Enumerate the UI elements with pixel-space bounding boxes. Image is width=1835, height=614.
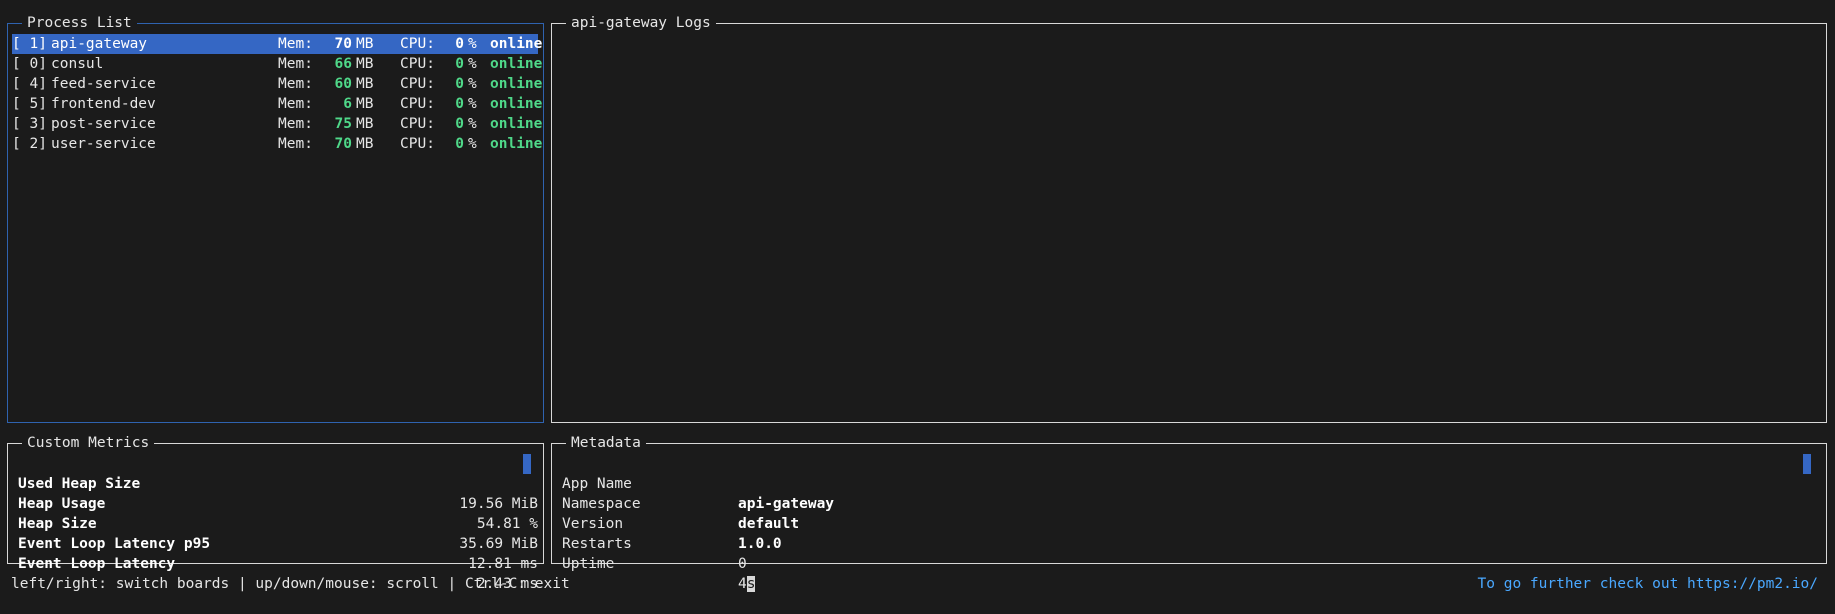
cpu-value: 0	[455, 96, 464, 112]
metric-row: Heap Size 35.69 MiB	[18, 494, 538, 552]
metric-row: Heap Usage 54.81 %	[18, 474, 538, 532]
cpu-unit: %	[468, 56, 477, 72]
custom-metrics-panel[interactable]: Custom Metrics Used Heap Size 19.56 MiB …	[7, 434, 544, 592]
mem-value: 6	[343, 96, 352, 112]
mem-unit: MB	[356, 56, 374, 72]
metric-row: Event Loop Latency p95 12.81 ms	[18, 514, 538, 572]
mem-label: Mem:	[278, 136, 313, 152]
cpu-value: 0	[455, 116, 464, 132]
status-online: online	[490, 76, 543, 92]
mem-label: Mem:	[278, 36, 313, 52]
cpu-label: CPU:	[400, 56, 435, 72]
mem-label: Mem:	[278, 116, 313, 132]
metadata-value: 0	[738, 556, 747, 572]
process-row[interactable]: [ 4] feed-service Mem: 60 MB CPU: 0 % on…	[12, 74, 542, 94]
metric-row: Event Loop Latency 2.43 ms	[18, 534, 538, 592]
cpu-label: CPU:	[400, 76, 435, 92]
custom-metrics-title: Custom Metrics	[22, 434, 155, 452]
process-row[interactable]: [ 0] consul Mem: 66 MB CPU: 0 % online	[12, 54, 542, 74]
process-name: consul	[51, 56, 104, 72]
status-online: online	[490, 96, 543, 112]
metadata-row: Uptime 4s	[562, 534, 1462, 592]
status-online: online	[490, 136, 543, 152]
mem-unit: MB	[356, 36, 374, 52]
process-name: post-service	[51, 116, 156, 132]
metadata-key: Uptime	[562, 556, 615, 572]
process-row[interactable]: [ 2] user-service Mem: 70 MB CPU: 0 % on…	[12, 134, 542, 154]
process-id: [ 2]	[12, 136, 47, 152]
text-cursor: s	[746, 576, 756, 592]
process-list-panel[interactable]: Process List [ 1] api-gateway Mem: 70 MB…	[7, 14, 544, 423]
mem-label: Mem:	[278, 76, 313, 92]
cpu-value: 0	[455, 76, 464, 92]
process-name: feed-service	[51, 76, 156, 92]
metadata-row: Version 1.0.0	[562, 494, 1462, 552]
process-list-title: Process List	[22, 14, 137, 32]
cpu-value: 0	[455, 56, 464, 72]
pm2-link[interactable]: To go further check out https://pm2.io/	[1478, 574, 1818, 594]
mem-label: Mem:	[278, 56, 313, 72]
uptime-value: 4s	[738, 574, 756, 594]
mem-value: 60	[334, 76, 352, 92]
process-name: api-gateway	[51, 36, 148, 52]
cpu-unit: %	[468, 136, 477, 152]
process-id: [ 1]	[12, 36, 47, 52]
cpu-unit: %	[468, 96, 477, 112]
mem-value: 75	[334, 116, 352, 132]
metric-label: Event Loop Latency	[18, 556, 176, 572]
keyboard-help: left/right: switch boards | up/down/mous…	[11, 576, 570, 592]
process-name: user-service	[51, 136, 156, 152]
mem-unit: MB	[356, 96, 374, 112]
mem-unit: MB	[356, 116, 374, 132]
mem-value: 70	[334, 36, 352, 52]
metadata-panel[interactable]: Metadata App Name api-gateway Namespace …	[551, 434, 1827, 592]
process-id: [ 0]	[12, 56, 47, 72]
cpu-label: CPU:	[400, 136, 435, 152]
mem-value: 70	[334, 136, 352, 152]
process-id: [ 3]	[12, 116, 47, 132]
logs-title: api-gateway Logs	[566, 14, 716, 32]
cpu-value: 0	[455, 136, 464, 152]
cpu-label: CPU:	[400, 116, 435, 132]
logs-panel[interactable]: api-gateway Logs	[551, 14, 1827, 423]
metrics-scrollbar[interactable]	[523, 454, 531, 474]
cpu-unit: %	[468, 36, 477, 52]
mem-value: 66	[334, 56, 352, 72]
metadata-row: Restarts 0	[562, 514, 1462, 572]
metadata-title: Metadata	[566, 434, 646, 452]
mem-unit: MB	[356, 76, 374, 92]
status-online: online	[490, 56, 543, 72]
process-row[interactable]: [ 3] post-service Mem: 75 MB CPU: 0 % on…	[12, 114, 542, 134]
metadata-scrollbar[interactable]	[1803, 454, 1811, 474]
process-name: frontend-dev	[51, 96, 156, 112]
process-id: [ 5]	[12, 96, 47, 112]
metadata-row: App Name api-gateway	[562, 454, 1462, 512]
cpu-label: CPU:	[400, 96, 435, 112]
metadata-row: Namespace default	[562, 474, 1462, 532]
cpu-unit: %	[468, 76, 477, 92]
status-online: online	[490, 116, 543, 132]
cpu-value: 0	[455, 36, 464, 52]
process-row[interactable]: [ 1] api-gateway Mem: 70 MB CPU: 0 % onl…	[12, 34, 542, 54]
uptime-number: 4	[738, 576, 747, 592]
mem-label: Mem:	[278, 96, 313, 112]
metric-value: 12.81 ms	[468, 556, 538, 572]
metric-row: Used Heap Size 19.56 MiB	[18, 454, 538, 512]
mem-unit: MB	[356, 136, 374, 152]
cpu-label: CPU:	[400, 36, 435, 52]
cpu-unit: %	[468, 116, 477, 132]
status-online: online	[490, 36, 543, 52]
process-id: [ 4]	[12, 76, 47, 92]
process-row[interactable]: [ 5] frontend-dev Mem: 6 MB CPU: 0 % onl…	[12, 94, 542, 114]
